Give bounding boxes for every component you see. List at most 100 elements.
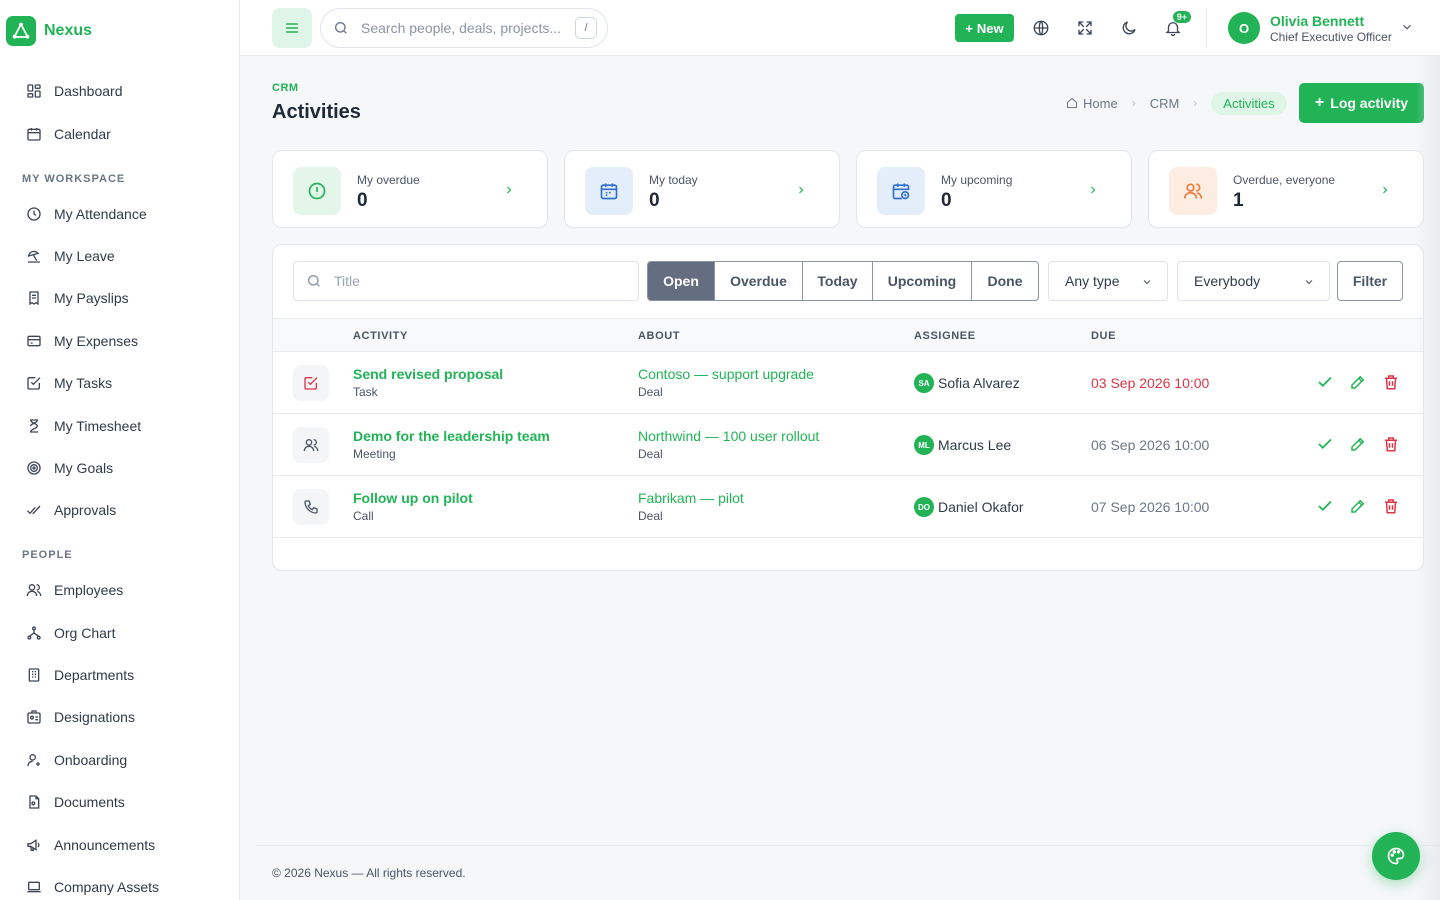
brand[interactable]: Nexus [6, 16, 92, 46]
target-icon [27, 461, 41, 475]
activity-title-link[interactable]: Follow up on pilot [353, 490, 473, 506]
delete-trash-icon[interactable] [1382, 373, 1400, 391]
about-link[interactable]: Northwind — 100 user rollout [638, 428, 819, 444]
notifications-button[interactable]: 9+ [1155, 10, 1191, 46]
tab-done[interactable]: Done [972, 262, 1038, 300]
user-name[interactable]: Olivia Bennett [1270, 13, 1364, 29]
sidebar-item-label: Dashboard [54, 83, 123, 99]
table-row: Demo for the leadership team Meeting Nor… [273, 414, 1423, 476]
delete-trash-icon[interactable] [1382, 435, 1400, 453]
user-avatar[interactable]: O [1228, 12, 1260, 44]
stat-value: 1 [1233, 190, 1244, 211]
column-header-due[interactable]: DUE [1091, 330, 1116, 342]
nexus-logo-icon [6, 16, 36, 46]
sidebar-item-label: My Goals [54, 460, 114, 476]
sidebar-item-company-assets[interactable]: Company Assets [26, 875, 159, 899]
column-header-about[interactable]: ABOUT [638, 330, 680, 342]
fullscreen-button[interactable] [1067, 10, 1103, 46]
sidebar-item-announcements[interactable]: Announcements [26, 833, 155, 857]
due-date: 06 Sep 2026 10:00 [1091, 437, 1210, 453]
stat-label: My today [649, 173, 698, 187]
sidebar-item-my-leave[interactable]: My Leave [26, 244, 115, 268]
about-link[interactable]: Contoso — support upgrade [638, 366, 814, 382]
sidebar-item-org-chart[interactable]: Org Chart [26, 621, 115, 645]
sidebar-item-dashboard[interactable]: Dashboard [26, 79, 123, 103]
search-icon [308, 275, 320, 287]
log-activity-button[interactable]: + Log activity [1299, 83, 1424, 123]
sidebar-item-departments[interactable]: Departments [26, 663, 134, 687]
tab-overdue[interactable]: Overdue [715, 262, 803, 300]
title-filter-input[interactable] [334, 273, 614, 289]
status-tabs: Open Overdue Today Upcoming Done [647, 261, 1039, 301]
sidebar-item-designations[interactable]: Designations [26, 705, 135, 729]
sidebar-item-my-payslips[interactable]: My Payslips [26, 286, 129, 310]
assignee-avatar: DO [914, 497, 934, 517]
hourglass-icon [30, 419, 39, 433]
owner-select[interactable]: Everybody [1177, 261, 1330, 301]
theme-toggle-button[interactable] [1111, 10, 1147, 46]
delete-trash-icon[interactable] [1382, 497, 1400, 515]
assignee-avatar: SA [914, 373, 934, 393]
palette-icon [1387, 847, 1405, 865]
tab-today[interactable]: Today [803, 262, 873, 300]
sidebar-item-onboarding[interactable]: Onboarding [26, 748, 127, 772]
filter-button[interactable]: Filter [1337, 261, 1403, 301]
sidebar-item-calendar[interactable]: Calendar [26, 122, 111, 146]
sidebar-item-label: Employees [54, 582, 124, 598]
task-check-icon [304, 377, 318, 390]
complete-check-icon[interactable] [1316, 435, 1334, 453]
sidebar-item-documents[interactable]: Documents [26, 790, 125, 814]
laptop-icon [27, 881, 41, 893]
search-input[interactable] [361, 20, 561, 36]
sidebar-item-employees[interactable]: Employees [26, 578, 123, 602]
chevron-down-icon[interactable] [1400, 20, 1414, 34]
sidebar-item-my-timesheet[interactable]: My Timesheet [26, 414, 141, 438]
stat-icon-box [877, 167, 925, 215]
edit-pencil-icon[interactable] [1349, 497, 1367, 515]
stat-card-my-today[interactable]: My today 0 [564, 150, 840, 228]
sidebar-item-label: Org Chart [54, 625, 116, 641]
notification-badge: 9+ [1172, 11, 1191, 23]
sidebar-item-label: Approvals [54, 502, 117, 518]
sidebar-item-my-expenses[interactable]: My Expenses [26, 329, 138, 353]
sidebar-item-approvals[interactable]: Approvals [26, 498, 116, 522]
tab-upcoming[interactable]: Upcoming [873, 262, 972, 300]
breadcrumb-crm[interactable]: CRM [1150, 96, 1180, 111]
activity-title-link[interactable]: Demo for the leadership team [353, 428, 550, 444]
global-search[interactable]: / [320, 8, 608, 48]
language-button[interactable] [1023, 10, 1059, 46]
sidebar-item-my-tasks[interactable]: My Tasks [26, 371, 112, 395]
breadcrumb-separator-icon: › [1131, 96, 1136, 110]
theme-customizer-button[interactable] [1372, 832, 1420, 880]
double-check-icon [26, 505, 41, 515]
chevron-right-icon [1383, 186, 1388, 194]
about-link[interactable]: Fabrikam — pilot [638, 490, 744, 506]
chevron-down-icon [1143, 280, 1151, 285]
activity-type: Task [353, 385, 378, 399]
sidebar-item-my-attendance[interactable]: My Attendance [26, 202, 147, 226]
new-button[interactable]: + New [955, 14, 1014, 42]
chevron-right-icon [1091, 186, 1096, 194]
column-header-assignee[interactable]: ASSIGNEE [914, 330, 976, 342]
stat-card-overdue-everyone[interactable]: Overdue, everyone 1 [1148, 150, 1424, 228]
stat-card-my-upcoming[interactable]: My upcoming 0 [856, 150, 1132, 228]
edit-pencil-icon[interactable] [1349, 435, 1367, 453]
topbar-divider [1206, 8, 1207, 48]
calendar-icon [600, 183, 618, 200]
about-type: Deal [638, 385, 663, 399]
stat-card-my-overdue[interactable]: My overdue 0 [272, 150, 548, 228]
sidebar-item-my-goals[interactable]: My Goals [26, 456, 113, 480]
menu-toggle-button[interactable] [272, 8, 312, 48]
beach-icon [27, 250, 40, 263]
type-select[interactable]: Any type [1048, 261, 1168, 301]
tab-open[interactable]: Open [648, 262, 715, 300]
activity-title-link[interactable]: Send revised proposal [353, 366, 503, 382]
edit-pencil-icon[interactable] [1349, 373, 1367, 391]
breadcrumb-home[interactable]: Home [1083, 96, 1118, 111]
title-search[interactable] [293, 261, 639, 301]
sidebar-item-label: Company Assets [54, 879, 160, 895]
column-header-activity[interactable]: ACTIVITY [353, 330, 408, 342]
due-date: 03 Sep 2026 10:00 [1091, 375, 1210, 391]
complete-check-icon[interactable] [1316, 373, 1334, 391]
complete-check-icon[interactable] [1316, 497, 1334, 515]
